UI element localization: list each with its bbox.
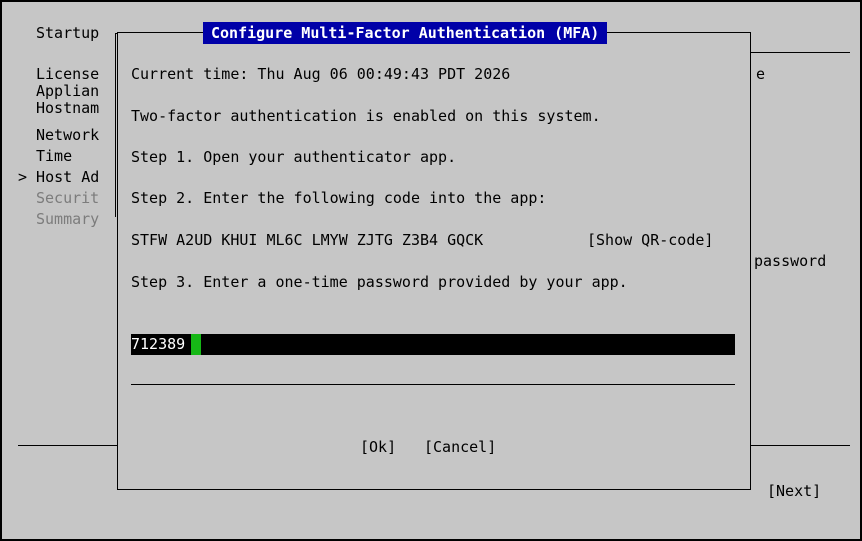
- otp-input[interactable]: [131, 334, 191, 355]
- current-time-text: Current time: Thu Aug 06 00:49:43 PDT 20…: [131, 65, 511, 83]
- mfa-dialog: [117, 32, 751, 490]
- frame-top-right-line: [751, 52, 850, 53]
- step1-text: Step 1. Open your authenticator app.: [131, 148, 457, 166]
- frame-bottom-right-line: [751, 445, 850, 446]
- nav-item-license[interactable]: License: [36, 65, 99, 83]
- step3-text: Step 3. Enter a one-time password provid…: [131, 273, 628, 291]
- show-qr-code-button[interactable]: [Show QR-code]: [587, 231, 713, 249]
- nav-item-summary: Summary: [36, 210, 100, 228]
- installer-screen: Startup License Applian Hostnam Network …: [0, 0, 862, 541]
- nav-item-hostname[interactable]: Hostnam: [36, 99, 99, 117]
- background-text-fragment: e: [756, 65, 766, 83]
- text-cursor: [191, 334, 201, 355]
- next-button[interactable]: [Next]: [767, 482, 821, 500]
- secret-code-text: STFW A2UD KHUI ML6C LMYW ZJTG Z3B4 GQCK: [131, 231, 484, 249]
- nav-item-appliance[interactable]: Applian: [36, 82, 99, 100]
- dialog-title: Configure Multi-Factor Authentication (M…: [203, 22, 608, 44]
- step2-text: Step 2. Enter the following code into th…: [131, 189, 547, 207]
- dialog-separator: [131, 384, 735, 385]
- nav-item-host-admin[interactable]: > Host Ad: [18, 168, 99, 186]
- frame-bottom-left-line: [18, 445, 117, 446]
- cancel-button[interactable]: [Cancel]: [424, 438, 496, 456]
- background-title: Startup: [36, 24, 100, 42]
- mfa-status-text: Two-factor authentication is enabled on …: [131, 107, 601, 125]
- ok-button[interactable]: [Ok]: [360, 438, 396, 456]
- nav-item-time[interactable]: Time: [36, 147, 72, 165]
- frame-left-divider: [115, 33, 116, 217]
- nav-item-network[interactable]: Network: [36, 126, 99, 144]
- background-password-label: password: [754, 252, 827, 270]
- nav-item-security: Securit: [36, 189, 100, 207]
- otp-input-field[interactable]: [131, 334, 735, 355]
